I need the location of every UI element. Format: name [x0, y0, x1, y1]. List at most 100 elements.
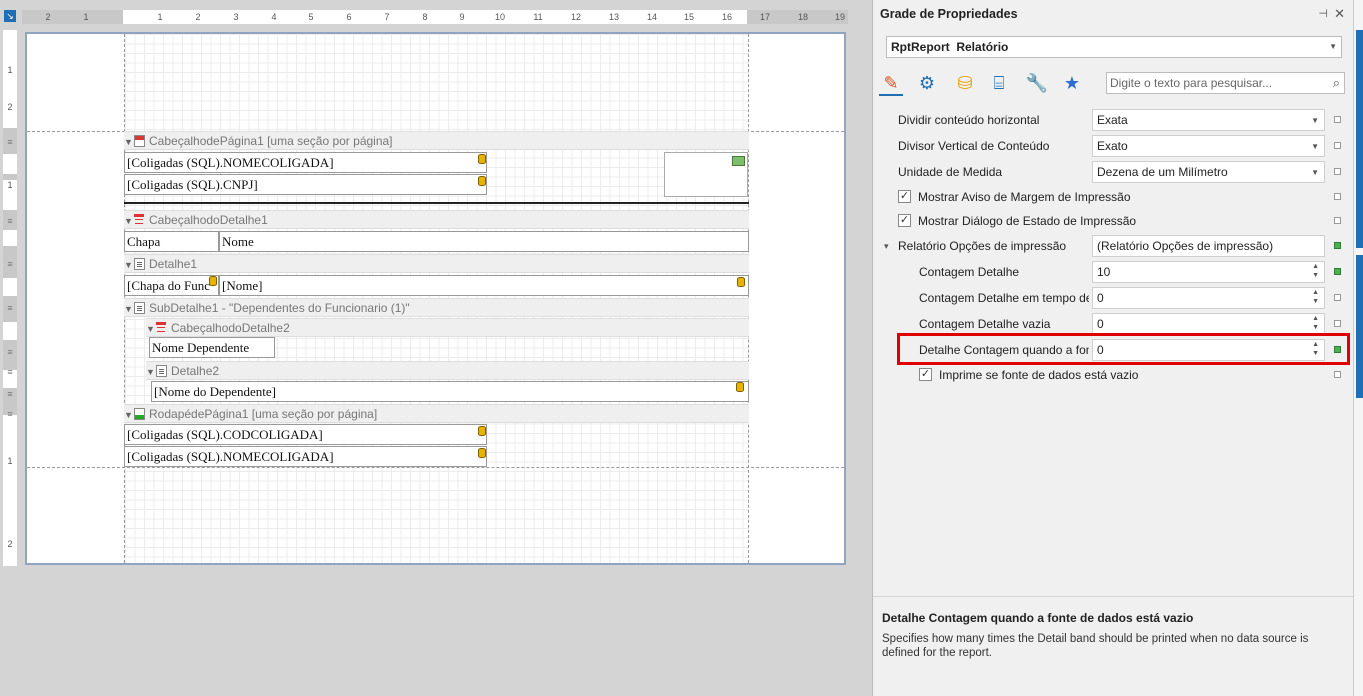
vertical-ruler: 1 2 1 1 2 ≡ ≡ ≡ ≡ ≡ ≡ ≡ ≡	[3, 30, 17, 566]
band-resize-handle[interactable]: ≡	[6, 348, 14, 357]
collapse-arrow-icon[interactable]: ▼	[124, 212, 134, 230]
checkbox[interactable]: ✓	[898, 214, 911, 227]
horizontal-ruler: 2 1 1 2 3 4 5 6 7 8 9 10 11 12 13 14 15 …	[22, 10, 848, 24]
property-grid-panel: Grade de Propriedades ⊣ ✕ RptReport Rela…	[872, 0, 1354, 696]
ruler-label: 1	[7, 456, 13, 466]
favorites-star-icon[interactable]: ★	[1060, 70, 1084, 96]
dock-tab[interactable]	[1356, 255, 1363, 398]
property-value-dropdown[interactable]: Exata ▼	[1092, 109, 1325, 131]
ruler-corner-icon[interactable]: ↘	[4, 10, 16, 22]
property-row[interactable]: ✓ Mostrar Aviso de Margem de Impressão	[873, 184, 1354, 210]
property-value-spinner[interactable]: 0 ▲ ▼	[1092, 313, 1325, 335]
default-value-marker	[1334, 320, 1341, 327]
behavior-gears-icon[interactable]: ⚙	[915, 70, 939, 96]
label-chapa[interactable]: Chapa	[124, 231, 219, 252]
band-label: CabeçalhodoDetalhe2	[171, 321, 290, 335]
chevron-down-icon[interactable]: ▼	[1311, 111, 1319, 131]
property-value-dropdown[interactable]: Dezena de um Milímetro ▼	[1092, 161, 1325, 183]
band-resize-handle[interactable]: ≡	[6, 138, 14, 147]
property-row[interactable]: ✓ Mostrar Diálogo de Estado de Impressão	[873, 208, 1354, 234]
data-database-icon[interactable]: ⛁	[953, 70, 977, 96]
ruler-label: 1	[7, 65, 13, 75]
detail-icon	[156, 365, 167, 377]
ruler-label: 2	[45, 12, 51, 22]
band-subdetail-1[interactable]: ▼ SubDetalhe1 - "Dependentes do Funcionar…	[124, 298, 749, 317]
field-nome[interactable]: [Nome]	[219, 275, 749, 296]
field-codcoligada[interactable]: [Coligadas (SQL).CODCOLIGADA]	[124, 424, 487, 445]
property-row[interactable]: Divisor Vertical de Conteúdo Exato ▼	[873, 133, 1354, 159]
band-page-header[interactable]: ▼ CabeçalhodePágina1 [uma seção por págin…	[124, 131, 749, 150]
band-detail-header-1[interactable]: ▼ CabeçalhodoDetalhe1	[124, 210, 749, 229]
search-box[interactable]: ⌕	[1106, 72, 1345, 94]
property-row[interactable]: Contagem Detalhe 10 ▲ ▼	[873, 259, 1354, 285]
side-dock-strip[interactable]	[1353, 0, 1363, 696]
picture-box[interactable]	[664, 152, 748, 197]
spin-arrows-icon[interactable]: ▲ ▼	[1312, 288, 1319, 306]
ruler-label: 13	[608, 12, 619, 22]
label-nome[interactable]: Nome	[219, 231, 749, 252]
field-nomecoligada-footer[interactable]: [Coligadas (SQL).NOMECOLIGADA]	[124, 446, 487, 467]
ruler-label: 4	[271, 12, 277, 22]
detail-header-icon	[156, 322, 167, 334]
field-cnpj[interactable]: [Coligadas (SQL).CNPJ]	[124, 174, 487, 195]
property-row[interactable]: Unidade de Medida Dezena de um Milímetro…	[873, 159, 1354, 185]
search-icon[interactable]: ⌕	[1333, 75, 1340, 91]
search-input[interactable]	[1107, 73, 1317, 93]
misc-wrench-icon[interactable]: 🔧	[1025, 70, 1049, 96]
property-row[interactable]: Contagem Detalhe em tempo de ... 0 ▲ ▼	[873, 285, 1354, 311]
chevron-down-icon[interactable]: ▼	[1311, 163, 1319, 183]
band-label: RodapédePágina1 [uma seção por página]	[149, 407, 378, 421]
expand-chevron-icon[interactable]: ▾	[884, 233, 889, 259]
collapse-arrow-icon[interactable]: ▼	[124, 256, 134, 274]
band-label: CabeçalhodoDetalhe1	[149, 213, 268, 227]
collapse-arrow-icon[interactable]: ▼	[146, 363, 156, 381]
appearance-pen-icon[interactable]: ✎	[879, 70, 903, 96]
property-label: Contagem Detalhe	[919, 265, 1020, 279]
checkbox[interactable]: ✓	[919, 368, 932, 381]
property-label: Unidade de Medida	[898, 165, 1003, 179]
band-resize-handle[interactable]: ≡	[6, 304, 14, 313]
spin-arrows-icon[interactable]: ▲ ▼	[1312, 262, 1319, 280]
detail-icon	[134, 258, 145, 270]
pin-icon[interactable]: ⊣	[1318, 3, 1328, 25]
label-nome-dependente[interactable]: Nome Dependente	[149, 337, 275, 358]
ruler-label: 17	[759, 12, 770, 22]
property-value-spinner[interactable]: 10 ▲ ▼	[1092, 261, 1325, 283]
field-chapa[interactable]: [Chapa do Func	[124, 275, 219, 296]
close-icon[interactable]: ✕	[1334, 3, 1345, 25]
property-value-dropdown[interactable]: Exato ▼	[1092, 135, 1325, 157]
double-line[interactable]	[124, 202, 749, 204]
band-detail-1[interactable]: ▼ Detalhe1	[124, 254, 749, 273]
dock-tab[interactable]	[1356, 30, 1363, 248]
band-page-footer[interactable]: ▼ RodapédePágina1 [uma seção por página]	[124, 404, 749, 423]
chevron-down-icon[interactable]: ▼	[1311, 137, 1319, 157]
property-value[interactable]: (Relatório Opções de impressão)	[1092, 235, 1325, 257]
ruler-label: 12	[570, 12, 581, 22]
field-nome-dependente[interactable]: [Nome do Dependente]	[151, 381, 749, 402]
report-page[interactable]: ▼ CabeçalhodePágina1 [uma seção por págin…	[25, 32, 846, 565]
collapse-arrow-icon[interactable]: ▼	[124, 300, 134, 318]
property-row[interactable]: ▾ Relatório Opções de impressão (Relatór…	[873, 233, 1354, 259]
collapse-arrow-icon[interactable]: ▼	[124, 406, 134, 424]
band-resize-handle[interactable]: ≡	[6, 368, 14, 377]
spin-arrows-icon[interactable]: ▲ ▼	[1312, 314, 1319, 332]
property-value-spinner[interactable]: 0 ▲ ▼	[1092, 287, 1325, 309]
default-value-marker	[1334, 168, 1341, 175]
ruler-label: 2	[7, 539, 13, 549]
object-name: Relatório	[956, 40, 1009, 54]
band-resize-handle[interactable]: ≡	[6, 390, 14, 399]
band-detail-2[interactable]: ▼ Detalhe2	[146, 361, 749, 380]
property-row[interactable]: ✓ Imprime se fonte de dados está vazio	[873, 362, 1354, 388]
collapse-arrow-icon[interactable]: ▼	[146, 320, 156, 338]
band-resize-handle[interactable]: ≡	[6, 260, 14, 269]
collapse-arrow-icon[interactable]: ▼	[124, 133, 134, 151]
checkbox[interactable]: ✓	[898, 190, 911, 203]
band-resize-handle[interactable]: ≡	[6, 410, 14, 419]
object-selector[interactable]: RptReport Relatório ▼	[886, 36, 1342, 58]
band-resize-handle[interactable]: ≡	[6, 217, 14, 226]
property-row[interactable]: Dividir conteúdo horizontal Exata ▼	[873, 107, 1354, 133]
field-nomecoligada[interactable]: [Coligadas (SQL).NOMECOLIGADA]	[124, 152, 487, 173]
layout-frame-icon[interactable]: ⌸	[987, 70, 1011, 96]
ruler-label: 1	[83, 12, 89, 22]
band-detail-header-2[interactable]: ▼ CabeçalhodoDetalhe2	[146, 318, 749, 337]
